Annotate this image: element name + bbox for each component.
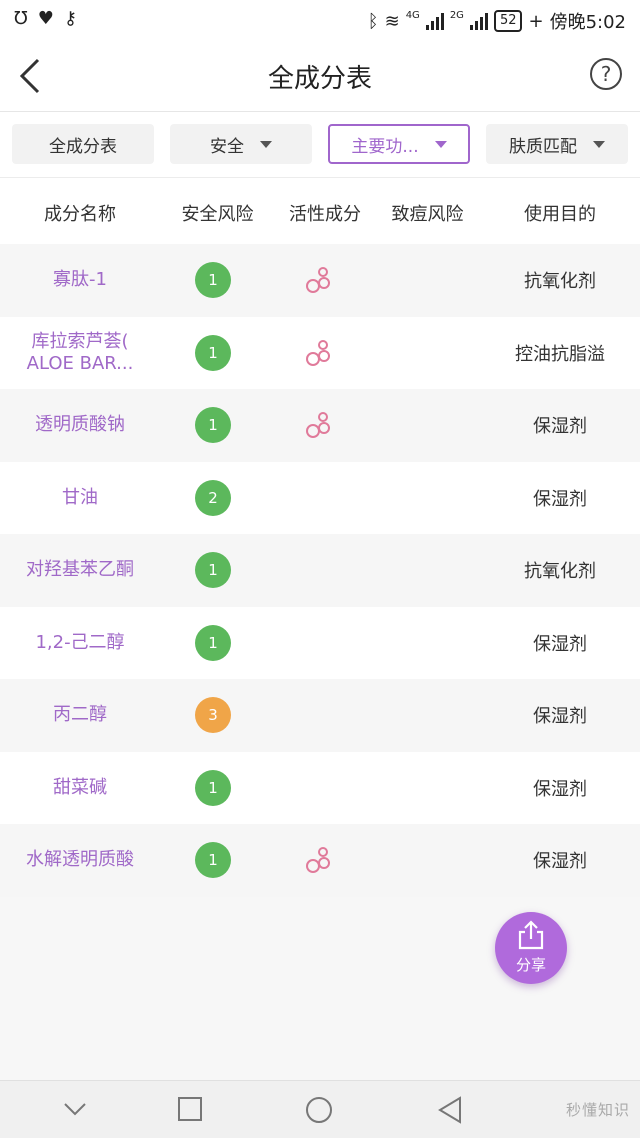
safety-risk-badge: 1 bbox=[195, 769, 231, 806]
signal-icon bbox=[425, 12, 444, 30]
active-ingredient-icon bbox=[306, 847, 330, 873]
column-header-active: 活性成分 bbox=[289, 204, 361, 225]
wifi-icon: ≋ bbox=[384, 10, 400, 32]
column-header-acne: 致痘风险 bbox=[391, 204, 464, 225]
safety-risk-badge: 1 bbox=[195, 407, 231, 443]
filter-function-dropdown[interactable]: 主要功... bbox=[328, 124, 470, 164]
share-icon bbox=[518, 920, 544, 950]
ingredient-name[interactable]: 甘油 bbox=[0, 462, 160, 535]
ingredient-name[interactable]: 透明质酸钠 bbox=[0, 389, 160, 462]
table-row[interactable]: 库拉索芦荟( ALOE BAR... 1 控油抗脂溢 bbox=[0, 316, 640, 390]
usage-purpose: 保湿剂 bbox=[533, 633, 587, 655]
network-type-a: 4G bbox=[405, 9, 420, 21]
usage-purpose: 控油抗脂溢 bbox=[515, 343, 605, 365]
table-row[interactable]: 丙二醇 3 保湿剂 bbox=[0, 679, 640, 752]
safety-risk-badge: 1 bbox=[195, 842, 231, 878]
battery-icon: 52 bbox=[493, 10, 523, 32]
filter-skin-dropdown[interactable]: 肤质匹配 bbox=[486, 124, 628, 164]
column-header-name: 成分名称 bbox=[44, 204, 116, 225]
app-notification-icon: Ʊ bbox=[14, 8, 28, 29]
safety-risk-badge: 1 bbox=[195, 262, 231, 298]
usage-purpose: 抗氧化剂 bbox=[524, 561, 596, 583]
signal-icon bbox=[469, 12, 488, 30]
dropdown-arrow-icon bbox=[593, 140, 605, 148]
usage-purpose: 保湿剂 bbox=[533, 851, 587, 873]
watermark: 秒懂知识 bbox=[565, 1101, 630, 1119]
safety-risk-badge: 1 bbox=[195, 552, 231, 588]
table-row[interactable]: 对羟基苯乙酮 1 抗氧化剂 bbox=[0, 534, 640, 607]
table-row[interactable]: 寡肽-1 1 抗氧化剂 bbox=[0, 244, 640, 317]
key-icon: ⚷ bbox=[63, 8, 78, 29]
table-row[interactable]: 透明质酸钠 1 保湿剂 bbox=[0, 389, 640, 462]
ingredient-name[interactable]: 对羟基苯乙酮 bbox=[0, 534, 160, 607]
network-type-b: 2G bbox=[449, 9, 464, 21]
question-icon: ? bbox=[600, 62, 612, 86]
safety-risk-badge: 1 bbox=[195, 334, 231, 371]
table-row[interactable]: 1,2-己二醇 1 保湿剂 bbox=[0, 606, 640, 680]
table-row[interactable]: 水解透明质酸 1 保湿剂 bbox=[0, 824, 640, 897]
heart-rate-icon: ♥ bbox=[37, 8, 54, 29]
dropdown-arrow-icon bbox=[434, 140, 447, 148]
safety-risk-badge: 1 bbox=[195, 624, 231, 661]
ingredient-table: 寡肽-1 1 抗氧化剂 库拉索芦荟( ALOE BAR... 1 控油抗脂溢 透明质酸钠 1 保… bbox=[0, 244, 640, 897]
recent-apps-icon[interactable] bbox=[177, 1096, 203, 1122]
usage-purpose: 保湿剂 bbox=[533, 706, 587, 728]
active-ingredient-icon bbox=[306, 339, 330, 366]
system-nav-bar: 秒懂知识 bbox=[0, 1080, 640, 1138]
usage-purpose: 抗氧化剂 bbox=[524, 271, 596, 293]
help-button[interactable]: ? bbox=[590, 58, 622, 90]
usage-purpose: 保湿剂 bbox=[533, 778, 587, 800]
ingredient-name[interactable]: 1,2-己二醇 bbox=[0, 607, 160, 680]
active-ingredient-icon bbox=[306, 412, 330, 438]
filter-safety-dropdown[interactable]: 安全 bbox=[170, 124, 312, 164]
ingredient-name[interactable]: 甜菜碱 bbox=[0, 752, 160, 825]
ingredient-name[interactable]: 水解透明质酸 bbox=[0, 824, 160, 897]
safety-risk-badge: 3 bbox=[195, 697, 231, 733]
dropdown-arrow-icon bbox=[260, 140, 272, 148]
active-ingredient-icon bbox=[306, 267, 330, 293]
filter-all-ingredients[interactable]: 全成分表 bbox=[12, 124, 154, 164]
safety-risk-badge: 2 bbox=[195, 479, 231, 516]
app-header: 全成分表 ? bbox=[0, 40, 640, 112]
collapse-chevron-icon[interactable] bbox=[62, 1101, 88, 1117]
share-button[interactable]: 分享 bbox=[495, 912, 567, 984]
column-header-risk: 安全风险 bbox=[181, 204, 254, 225]
bluetooth-icon: ᛒ bbox=[367, 10, 379, 32]
table-row[interactable]: 甘油 2 保湿剂 bbox=[0, 461, 640, 535]
ingredient-name[interactable]: 库拉索芦荟( ALOE BAR... bbox=[0, 317, 160, 390]
home-icon[interactable] bbox=[305, 1096, 333, 1124]
clock: 傍晚5:02 bbox=[549, 12, 626, 33]
page-title: 全成分表 bbox=[267, 64, 372, 94]
column-header-purpose: 使用目的 bbox=[524, 204, 596, 225]
charging-icon: + bbox=[528, 10, 544, 32]
ingredient-name[interactable]: 丙二醇 bbox=[0, 679, 160, 752]
ingredient-name[interactable]: 寡肽-1 bbox=[0, 244, 160, 317]
back-nav-icon[interactable] bbox=[437, 1096, 463, 1124]
table-header: 成分名称 安全风险 活性成分 致痘风险 使用目的 bbox=[0, 178, 640, 244]
usage-purpose: 保湿剂 bbox=[533, 416, 587, 438]
usage-purpose: 保湿剂 bbox=[533, 488, 587, 510]
status-bar: Ʊ ♥ ⚷ ᛒ ≋ 4G 2G 52 + 傍晚5:02 bbox=[0, 0, 640, 40]
table-row[interactable]: 甜菜碱 1 保湿剂 bbox=[0, 751, 640, 825]
filter-bar: 全成分表 安全 主要功... 肤质匹配 bbox=[0, 112, 640, 178]
